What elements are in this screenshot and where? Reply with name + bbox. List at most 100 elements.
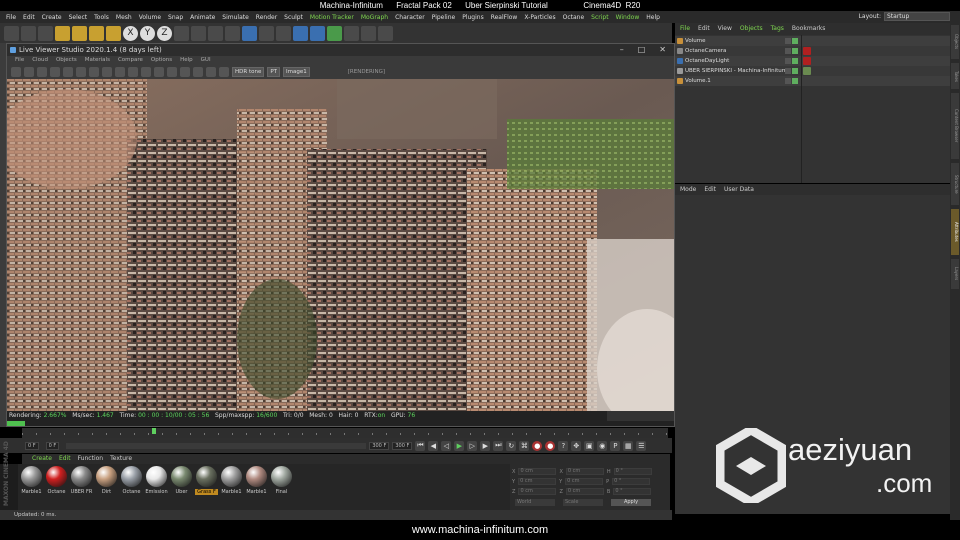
coord-field[interactable]: 0 cm xyxy=(518,488,557,495)
key-scale-icon[interactable]: ▣ xyxy=(584,440,595,451)
close-icon[interactable]: ✕ xyxy=(659,44,666,56)
menu-edit[interactable]: Edit xyxy=(23,14,35,21)
visibility-toggle[interactable] xyxy=(785,68,799,74)
coord-field[interactable]: 0 cm xyxy=(565,478,604,485)
material-item[interactable]: Emission xyxy=(145,466,168,510)
material-item[interactable]: Marble1 xyxy=(245,466,268,510)
gear-icon[interactable] xyxy=(180,67,190,77)
material-item[interactable]: Octane xyxy=(45,466,68,510)
menu-snap[interactable]: Snap xyxy=(168,14,183,21)
timeline-menu-icon[interactable]: ☰ xyxy=(636,440,647,451)
object-name[interactable]: OctaneCamera xyxy=(685,46,726,56)
coord-scale-select[interactable]: Scale xyxy=(563,499,603,506)
apply-button[interactable]: Apply xyxy=(611,499,651,506)
visibility-toggle[interactable] xyxy=(785,38,799,44)
menu-animate[interactable]: Animate xyxy=(190,14,215,21)
info-icon[interactable] xyxy=(193,67,203,77)
lv-menu-help[interactable]: Help xyxy=(180,56,193,65)
menu-render[interactable]: Render xyxy=(256,14,277,21)
render-settings-icon[interactable] xyxy=(225,25,240,41)
material-item[interactable]: UBER FR xyxy=(70,466,93,510)
key-mode-icon[interactable]: ⌘ xyxy=(519,440,530,451)
tab-content-browser[interactable]: Content Browser xyxy=(951,93,959,159)
key-param-icon[interactable]: P xyxy=(610,440,621,451)
snapshot-icon[interactable] xyxy=(154,67,164,77)
am-menu-user-data[interactable]: User Data xyxy=(724,184,754,195)
next-key-icon[interactable]: ▶ xyxy=(480,440,491,451)
key-pla-icon[interactable]: ▦ xyxy=(623,440,634,451)
object-tag-icon[interactable] xyxy=(803,67,811,75)
redo-icon[interactable] xyxy=(21,25,36,41)
om-menu-file[interactable]: File xyxy=(680,23,690,35)
render-region-icon[interactable] xyxy=(191,25,206,41)
clay-icon[interactable] xyxy=(115,67,125,77)
mat-menu-texture[interactable]: Texture xyxy=(110,454,132,464)
menu-mesh[interactable]: Mesh xyxy=(116,14,132,21)
fit-icon[interactable] xyxy=(206,67,216,77)
stop-icon[interactable] xyxy=(50,67,60,77)
render-viewport[interactable] xyxy=(7,79,674,411)
image-select[interactable]: Image1 xyxy=(283,67,310,77)
coord-field[interactable]: 0 cm xyxy=(518,478,557,485)
lv-menu-objects[interactable]: Objects xyxy=(56,56,77,65)
menu-help[interactable]: Help xyxy=(646,14,660,21)
menu-octane[interactable]: Octane xyxy=(563,14,585,21)
film-icon[interactable] xyxy=(167,67,177,77)
rotate-icon[interactable] xyxy=(89,25,104,41)
menu-plugins[interactable]: Plugins xyxy=(462,14,484,21)
keyframe-selection-icon[interactable]: ? xyxy=(558,440,569,451)
go-end-icon[interactable]: ⏭ xyxy=(493,440,504,451)
coord-system-icon[interactable] xyxy=(174,25,189,41)
prev-key-icon[interactable]: ◀ xyxy=(428,440,439,451)
visibility-toggle[interactable] xyxy=(785,78,799,84)
object-row[interactable]: UBER SIERPINSKI - Machina-Infinitum xyxy=(675,66,950,76)
menu-realflow[interactable]: RealFlow xyxy=(491,14,518,21)
subdivide-icon[interactable] xyxy=(276,25,291,41)
lv-menu-compare[interactable]: Compare xyxy=(118,56,143,65)
menu-simulate[interactable]: Simulate xyxy=(222,14,249,21)
restart-icon[interactable] xyxy=(24,67,34,77)
tab-structure[interactable]: Structure xyxy=(951,163,959,205)
object-name[interactable]: OctaneDayLight xyxy=(685,56,729,66)
kernel-select[interactable]: PT xyxy=(267,67,281,77)
current-frame-field[interactable]: 0 F xyxy=(45,441,60,450)
move-icon[interactable] xyxy=(55,25,70,41)
material-item[interactable]: Dirt xyxy=(95,466,118,510)
object-name[interactable]: Volume xyxy=(685,36,705,46)
pick-icon[interactable] xyxy=(141,67,151,77)
mat-menu-create[interactable]: Create xyxy=(32,454,52,464)
end-frame-field-2[interactable]: 300 F xyxy=(392,441,413,450)
pen-icon[interactable] xyxy=(259,25,274,41)
menu-script[interactable]: Script xyxy=(591,14,608,21)
undo-icon[interactable] xyxy=(4,25,19,41)
om-menu-edit[interactable]: Edit xyxy=(698,23,710,35)
material-item[interactable]: Uber xyxy=(170,466,193,510)
menu-volume[interactable]: Volume xyxy=(139,14,161,21)
menu-character[interactable]: Character xyxy=(395,14,425,21)
material-item[interactable]: Grass F xyxy=(195,466,218,510)
coord-field[interactable]: 0 cm xyxy=(565,468,604,475)
cloner-icon[interactable] xyxy=(293,25,308,41)
play-icon[interactable]: ▶ xyxy=(454,440,465,451)
object-tag-icon[interactable] xyxy=(803,47,811,55)
lv-menu-gui[interactable]: GUI xyxy=(201,56,211,65)
tone-select[interactable]: HDR tone xyxy=(232,67,265,77)
om-menu-view[interactable]: View xyxy=(718,23,732,35)
start-frame-field[interactable]: 0 F xyxy=(25,441,39,450)
menu-file[interactable]: File xyxy=(6,14,16,21)
select-icon[interactable] xyxy=(38,25,53,41)
menu-pipeline[interactable]: Pipeline xyxy=(432,14,455,21)
loop-icon[interactable]: ↻ xyxy=(506,440,517,451)
scale-icon[interactable] xyxy=(72,25,87,41)
object-row[interactable]: Volume xyxy=(675,36,950,46)
go-start-icon[interactable]: ⏮ xyxy=(415,440,426,451)
material-item[interactable]: Marble1 xyxy=(20,466,43,510)
prev-frame-icon[interactable]: ◁ xyxy=(441,440,452,451)
z-axis-icon[interactable]: Z xyxy=(157,25,172,41)
render-view-icon[interactable] xyxy=(208,25,223,41)
om-menu-objects[interactable]: Objects xyxy=(740,23,763,35)
visibility-toggle[interactable] xyxy=(785,58,799,64)
material-item[interactable]: Final xyxy=(270,466,293,510)
object-tag-icon[interactable] xyxy=(803,57,811,65)
am-menu-edit[interactable]: Edit xyxy=(704,184,716,195)
